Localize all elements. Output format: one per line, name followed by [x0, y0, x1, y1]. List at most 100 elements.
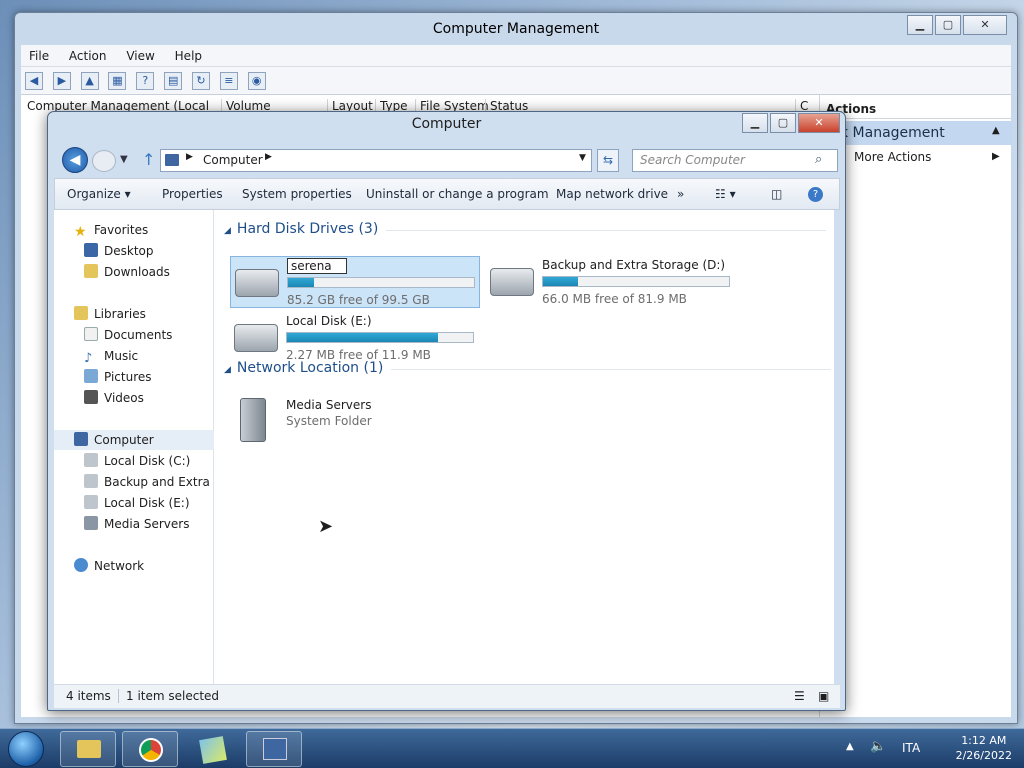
divider — [118, 689, 119, 703]
folder-icon — [77, 740, 101, 758]
menu-action[interactable]: Action — [61, 45, 115, 67]
close-button[interactable]: ✕ — [963, 15, 1007, 35]
nav-media-servers[interactable]: Media Servers — [54, 514, 214, 534]
computer-icon — [165, 154, 179, 166]
media-server-icon — [240, 398, 266, 442]
nav-pictures[interactable]: Pictures — [54, 367, 214, 387]
usage-bar — [287, 277, 475, 288]
taskbar-computer-management[interactable] — [246, 731, 302, 767]
nav-label: Videos — [104, 391, 144, 405]
nav-computer[interactable]: Computer — [54, 430, 214, 450]
address-dropdown-icon[interactable]: ▼ — [579, 153, 586, 163]
collapse-icon: ◢ — [224, 365, 231, 375]
pictures-icon — [84, 369, 98, 383]
nav-videos[interactable]: Videos — [54, 388, 214, 408]
maximize-button[interactable]: ▢ — [935, 15, 961, 35]
nav-desktop[interactable]: Desktop — [54, 241, 214, 261]
nav-documents[interactable]: Documents — [54, 325, 214, 345]
forward-button[interactable] — [92, 150, 116, 172]
preview-pane-icon[interactable]: ◫ — [771, 187, 782, 201]
volume-icon[interactable]: 🔈 — [870, 739, 886, 754]
drive-d[interactable]: Backup and Extra Storage (D:) 66.0 MB fr… — [486, 256, 736, 308]
rename-field[interactable]: serena — [287, 258, 347, 274]
large-icons-view-icon[interactable]: ▣ — [818, 685, 829, 707]
nav-label: Computer — [94, 433, 154, 447]
item-name: Media Servers — [286, 398, 372, 412]
disk-icon[interactable]: ◉ — [247, 72, 266, 90]
paint-icon — [199, 736, 227, 764]
more-commands-button[interactable]: » — [677, 187, 684, 201]
action-pane-icon[interactable]: ▤ — [164, 72, 183, 90]
free-space: 66.0 MB free of 81.9 MB — [542, 292, 687, 306]
search-icon[interactable]: ⌕ — [815, 152, 822, 167]
breadcrumb[interactable]: Computer — [203, 153, 263, 167]
menu-file[interactable]: File — [21, 45, 57, 67]
drive-name: Local Disk (E:) — [286, 314, 372, 328]
nav-network[interactable]: Network — [54, 556, 214, 576]
refresh-icon[interactable]: ↻ — [191, 72, 210, 90]
hard-disk-group-header[interactable]: ◢ Hard Disk Drives (3) — [224, 221, 828, 237]
taskbar-app[interactable] — [184, 731, 240, 767]
nav-downloads[interactable]: Downloads — [54, 262, 214, 282]
collapse-icon[interactable]: ▲ — [992, 125, 1000, 136]
drive-c[interactable]: serena 85.2 GB free of 99.5 GB — [230, 256, 480, 308]
nav-favorites[interactable]: ★ Favorites — [54, 220, 214, 240]
nav-libraries[interactable]: Libraries — [54, 304, 214, 324]
menu-view[interactable]: View — [118, 45, 162, 67]
properties-icon[interactable]: ≡ — [219, 72, 238, 90]
nav-label: Documents — [104, 328, 173, 342]
nav-music[interactable]: ♪ Music — [54, 346, 214, 366]
help-icon[interactable]: ? — [808, 187, 823, 202]
up-arrow-icon[interactable]: ↑ — [142, 150, 155, 169]
menu-help[interactable]: Help — [167, 45, 210, 67]
drive-icon — [234, 324, 278, 352]
nav-label: Pictures — [104, 370, 152, 384]
map-network-drive-button[interactable]: Map network drive — [556, 187, 668, 201]
properties-button[interactable]: Properties — [162, 187, 223, 201]
show-hide-tree-icon[interactable]: ▦ — [108, 72, 127, 90]
submenu-arrow-icon: ▶ — [992, 151, 1000, 162]
recent-pages-icon[interactable]: ▼ — [120, 154, 128, 165]
drive-icon — [84, 495, 98, 509]
breadcrumb-separator-icon[interactable]: ▶ — [265, 152, 272, 162]
show-hidden-icons-icon[interactable]: ▲ — [846, 741, 854, 752]
nav-drive-c[interactable]: Local Disk (C:) — [54, 451, 214, 471]
uninstall-program-button[interactable]: Uninstall or change a program — [366, 187, 549, 201]
help-icon[interactable]: ? — [136, 72, 155, 90]
back-arrow-icon[interactable]: ◀ — [25, 72, 43, 90]
back-button[interactable]: ◀ — [62, 147, 88, 173]
maximize-button[interactable]: ▢ — [770, 113, 796, 133]
content-pane: ◢ Hard Disk Drives (3) serena 85.2 GB fre… — [214, 210, 834, 684]
change-view-icon[interactable]: ☷ ▾ — [715, 187, 736, 201]
language-indicator[interactable]: ITA — [902, 741, 920, 755]
minimize-button[interactable]: ▁ — [742, 113, 768, 133]
toolbar: ◀ ▶ ▲ ▦ ? ▤ ↻ ≡ ◉ — [21, 67, 1011, 95]
organize-button[interactable]: Organize ▾ — [67, 187, 131, 201]
nav-label: Local Disk (E:) — [104, 496, 190, 510]
taskbar-chrome[interactable] — [122, 731, 178, 767]
address-bar[interactable]: ▶ Computer ▶ ▼ — [160, 149, 592, 172]
taskbar-explorer[interactable] — [60, 731, 116, 767]
network-location-group-header[interactable]: ◢ Network Location (1) — [224, 360, 833, 376]
start-button[interactable] — [8, 731, 44, 767]
actions-disk-management[interactable]: k Management — [820, 121, 1012, 145]
details-view-icon[interactable]: ☰ — [794, 685, 805, 707]
nav-label: Libraries — [94, 307, 146, 321]
nav-drive-e[interactable]: Local Disk (E:) — [54, 493, 214, 513]
drive-e[interactable]: Local Disk (E:) 2.27 MB free of 11.9 MB — [230, 312, 480, 364]
minimize-button[interactable]: ▁ — [907, 15, 933, 35]
status-bar: 4 items 1 item selected ☰ ▣ — [54, 684, 840, 708]
close-button[interactable]: ✕ — [798, 113, 840, 133]
search-input[interactable]: Search Computer — [632, 149, 838, 172]
actions-header: Actions — [820, 99, 1012, 119]
up-folder-icon[interactable]: ▲ — [80, 72, 99, 90]
group-label: Network Location (1) — [236, 360, 384, 376]
clock[interactable]: 1:12 AM 2/26/2022 — [956, 733, 1012, 763]
more-actions-item[interactable]: More Actions — [820, 147, 1012, 167]
media-servers-item[interactable]: Media Servers System Folder — [230, 394, 480, 446]
system-properties-button[interactable]: System properties — [242, 187, 352, 201]
nav-drive-d[interactable]: Backup and Extra Sto — [54, 472, 214, 492]
refresh-button[interactable]: ⇆ — [597, 149, 619, 172]
drive-name: Backup and Extra Storage (D:) — [542, 258, 726, 272]
forward-arrow-icon[interactable]: ▶ — [52, 72, 71, 90]
